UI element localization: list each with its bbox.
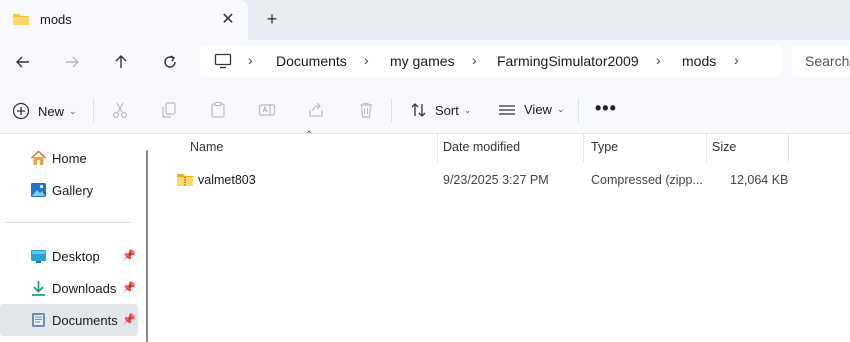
home-icon bbox=[30, 150, 47, 165]
plus-circle-icon bbox=[12, 102, 30, 120]
sidebar-item-label: Home bbox=[52, 151, 87, 166]
delete-icon[interactable] bbox=[357, 101, 375, 119]
divider bbox=[6, 222, 130, 223]
documents-icon bbox=[32, 313, 45, 327]
close-tab-button[interactable]: ✕ bbox=[218, 9, 238, 29]
chevron-down-icon: ⌄ bbox=[463, 104, 472, 115]
pin-icon[interactable]: 📌 bbox=[122, 249, 136, 262]
sidebar-item-label: Downloads bbox=[52, 281, 117, 296]
more-options-button[interactable]: ••• bbox=[595, 98, 617, 119]
file-name[interactable]: valmet803 bbox=[198, 173, 256, 187]
downloads-icon bbox=[32, 281, 45, 296]
rename-icon[interactable] bbox=[258, 101, 276, 119]
refresh-button[interactable] bbox=[158, 50, 182, 74]
new-button[interactable]: New ⌄ bbox=[12, 100, 77, 122]
forward-button[interactable] bbox=[60, 50, 84, 74]
file-type: Compressed (zipp... bbox=[591, 173, 703, 187]
column-header-size[interactable]: Size bbox=[712, 140, 736, 154]
desktop-icon bbox=[31, 250, 46, 263]
new-label: New bbox=[38, 103, 65, 119]
up-arrow-icon bbox=[115, 55, 127, 68]
column-header-type[interactable]: Type bbox=[591, 140, 618, 154]
sidebar-item-gallery[interactable]: Gallery bbox=[0, 174, 138, 206]
chevron-right-icon[interactable]: › bbox=[248, 52, 253, 68]
search-input[interactable]: Search bbox=[792, 45, 850, 77]
sidebar-scrollbar[interactable] bbox=[146, 150, 148, 342]
command-bar: New ⌄ Sort ⌄ View ⌄ ••• bbox=[0, 84, 850, 134]
address-row: › Documents › my games › FarmingSimulato… bbox=[0, 40, 850, 84]
tab-mods[interactable]: mods ✕ bbox=[0, 0, 248, 40]
address-bar[interactable]: › Documents › my games › FarmingSimulato… bbox=[200, 45, 782, 77]
breadcrumb-mods[interactable]: mods bbox=[682, 53, 716, 69]
column-divider[interactable] bbox=[583, 134, 584, 162]
gallery-icon bbox=[31, 183, 46, 197]
sidebar-item-home[interactable]: Home bbox=[0, 142, 138, 174]
chevron-right-icon[interactable]: › bbox=[364, 52, 369, 68]
back-arrow-icon bbox=[16, 56, 29, 68]
sidebar-item-label: Documents bbox=[52, 313, 118, 328]
sidebar-item-label: Gallery bbox=[52, 183, 94, 198]
chevron-down-icon: ⌄ bbox=[556, 104, 565, 114]
file-row[interactable]: valmet803 9/23/2025 3:27 PM Compressed (… bbox=[158, 168, 850, 194]
breadcrumb-farmingsimulator2009[interactable]: FarmingSimulator2009 bbox=[497, 53, 639, 69]
tab-strip: mods ✕ + bbox=[0, 0, 850, 40]
divider bbox=[93, 98, 94, 122]
sort-ascending-icon: ⌃ bbox=[305, 130, 314, 141]
back-button[interactable] bbox=[11, 50, 35, 74]
breadcrumb-my-games[interactable]: my games bbox=[390, 53, 455, 69]
column-header-row: ⌃ Name Date modified Type Size bbox=[158, 130, 850, 162]
column-divider[interactable] bbox=[788, 134, 789, 162]
column-header-name[interactable]: Name bbox=[190, 140, 223, 154]
pin-icon[interactable]: 📌 bbox=[122, 313, 136, 326]
file-date-modified: 9/23/2025 3:27 PM bbox=[443, 173, 549, 187]
chevron-down-icon: ⌄ bbox=[69, 105, 77, 116]
chevron-right-icon[interactable]: › bbox=[472, 52, 477, 68]
cut-icon[interactable] bbox=[111, 101, 129, 119]
sidebar-item-label: Desktop bbox=[52, 249, 100, 264]
share-icon[interactable] bbox=[307, 101, 325, 119]
sidebar-item-desktop[interactable]: Desktop 📌 bbox=[0, 240, 138, 272]
sidebar-item-documents[interactable]: Documents 📌 bbox=[0, 304, 138, 336]
pin-icon[interactable]: 📌 bbox=[122, 281, 136, 294]
chevron-right-icon[interactable]: › bbox=[656, 52, 661, 68]
sort-icon bbox=[411, 103, 426, 117]
breadcrumb-documents[interactable]: Documents bbox=[276, 53, 347, 69]
refresh-icon bbox=[164, 55, 176, 68]
sort-label: Sort bbox=[435, 102, 459, 118]
chevron-right-icon[interactable]: › bbox=[734, 52, 739, 68]
sort-button[interactable]: Sort ⌄ bbox=[410, 102, 471, 118]
tab-title: mods bbox=[40, 12, 72, 27]
column-header-date-modified[interactable]: Date modified bbox=[443, 140, 520, 154]
up-button[interactable] bbox=[109, 50, 133, 74]
column-divider[interactable] bbox=[706, 134, 707, 162]
divider bbox=[578, 98, 579, 122]
column-divider[interactable] bbox=[437, 134, 438, 162]
view-list-icon bbox=[499, 104, 515, 115]
divider bbox=[391, 98, 392, 122]
file-size: 12,064 KB bbox=[730, 173, 789, 187]
computer-icon bbox=[214, 53, 232, 69]
view-label: View bbox=[524, 102, 552, 117]
new-tab-button[interactable]: + bbox=[262, 9, 282, 29]
copy-icon[interactable] bbox=[160, 101, 178, 119]
sidebar-item-downloads[interactable]: Downloads 📌 bbox=[0, 272, 138, 304]
paste-icon[interactable] bbox=[209, 101, 227, 119]
zip-folder-icon bbox=[177, 174, 193, 186]
navigation-pane: Home Gallery Desktop 📌 Downloads 📌 Docum… bbox=[0, 134, 148, 342]
view-button[interactable]: View ⌄ bbox=[498, 102, 565, 117]
search-placeholder: Search bbox=[805, 53, 850, 69]
folder-icon bbox=[13, 14, 29, 25]
forward-arrow-icon bbox=[66, 56, 79, 68]
